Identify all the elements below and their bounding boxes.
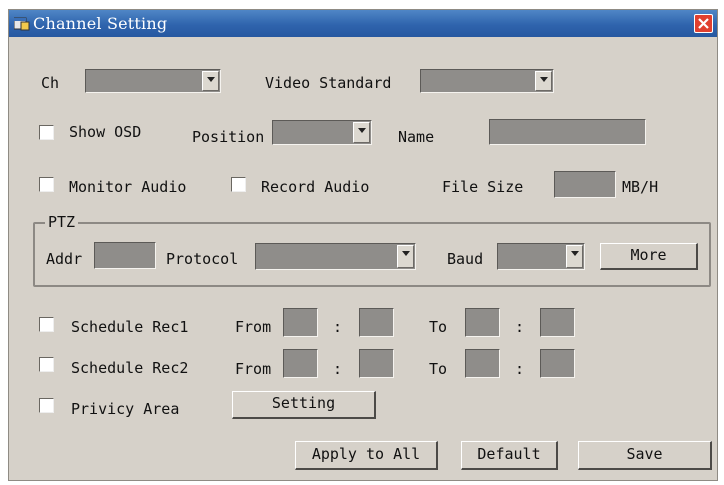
file-size-label: File Size: [442, 178, 524, 196]
title-bar[interactable]: Channel Setting: [9, 10, 717, 37]
ch-select[interactable]: [85, 69, 221, 93]
show-osd-label: Show OSD: [69, 123, 142, 141]
close-icon: [698, 18, 709, 29]
schedule-rec2-to-sep: :: [515, 360, 525, 378]
chevron-down-icon: [540, 77, 548, 82]
privacy-area-checkbox[interactable]: [39, 398, 54, 413]
apply-to-all-button[interactable]: Apply to All: [295, 441, 438, 470]
record-audio-label: Record Audio: [261, 178, 370, 196]
schedule-rec2-from-label: From: [235, 360, 272, 378]
protocol-select[interactable]: [255, 243, 416, 270]
baud-label: Baud: [447, 250, 484, 268]
window-title: Channel Setting: [33, 14, 168, 33]
privacy-area-label: Privicy Area: [71, 400, 180, 418]
ch-dropdown-button[interactable]: [202, 71, 219, 91]
name-input[interactable]: [489, 119, 646, 145]
video-standard-label: Video Standard: [265, 74, 392, 92]
name-label: Name: [398, 128, 435, 146]
schedule-rec1-from-label: From: [235, 318, 272, 336]
app-window-icon: [13, 16, 30, 31]
more-button[interactable]: More: [600, 243, 698, 270]
channel-setting-dialog: Channel Setting Ch Video Standard Show O…: [8, 9, 718, 481]
schedule-rec2-to-label: To: [429, 360, 448, 378]
video-standard-dropdown-button[interactable]: [535, 71, 552, 91]
default-button[interactable]: Default: [461, 441, 558, 470]
privacy-setting-button[interactable]: Setting: [232, 391, 376, 419]
chevron-down-icon: [207, 77, 215, 82]
schedule-rec1-to-hour[interactable]: [465, 308, 500, 337]
schedule-rec1-from-minute[interactable]: [359, 308, 394, 337]
show-osd-checkbox[interactable]: [39, 125, 54, 140]
schedule-rec2-from-sep: :: [333, 360, 343, 378]
schedule-rec2-from-minute[interactable]: [359, 349, 394, 378]
monitor-audio-label: Monitor Audio: [69, 178, 187, 196]
position-dropdown-button[interactable]: [353, 122, 370, 143]
schedule-rec2-to-minute[interactable]: [540, 349, 575, 378]
schedule-rec1-to-minute[interactable]: [540, 308, 575, 337]
schedule-rec2-to-hour[interactable]: [465, 349, 500, 378]
schedule-rec1-from-hour[interactable]: [283, 308, 318, 337]
protocol-label: Protocol: [166, 250, 239, 268]
schedule-rec1-checkbox[interactable]: [39, 317, 54, 332]
schedule-rec2-checkbox[interactable]: [39, 357, 54, 372]
schedule-rec1-from-sep: :: [333, 318, 343, 336]
schedule-rec2-from-hour[interactable]: [283, 349, 318, 378]
baud-select[interactable]: [497, 243, 585, 270]
chevron-down-icon: [402, 251, 410, 256]
monitor-audio-checkbox[interactable]: [39, 177, 54, 192]
chevron-down-icon: [571, 251, 579, 256]
schedule-rec1-to-label: To: [429, 318, 448, 336]
schedule-rec2-label: Schedule Rec2: [71, 359, 189, 377]
save-button[interactable]: Save: [578, 441, 712, 470]
video-standard-select[interactable]: [420, 69, 554, 93]
baud-dropdown-button[interactable]: [566, 245, 583, 268]
record-audio-checkbox[interactable]: [231, 177, 246, 192]
schedule-rec1-label: Schedule Rec1: [71, 318, 189, 336]
chevron-down-icon: [358, 128, 366, 133]
file-size-input[interactable]: [554, 171, 616, 198]
protocol-dropdown-button[interactable]: [397, 245, 414, 268]
file-size-unit: MB/H: [622, 178, 659, 196]
addr-input[interactable]: [94, 242, 156, 269]
position-select[interactable]: [272, 120, 372, 145]
position-label: Position: [192, 128, 265, 146]
ch-label: Ch: [41, 74, 60, 92]
close-button[interactable]: [694, 14, 713, 33]
schedule-rec1-to-sep: :: [515, 318, 525, 336]
addr-label: Addr: [46, 250, 83, 268]
ptz-group-label: PTZ: [45, 213, 79, 231]
